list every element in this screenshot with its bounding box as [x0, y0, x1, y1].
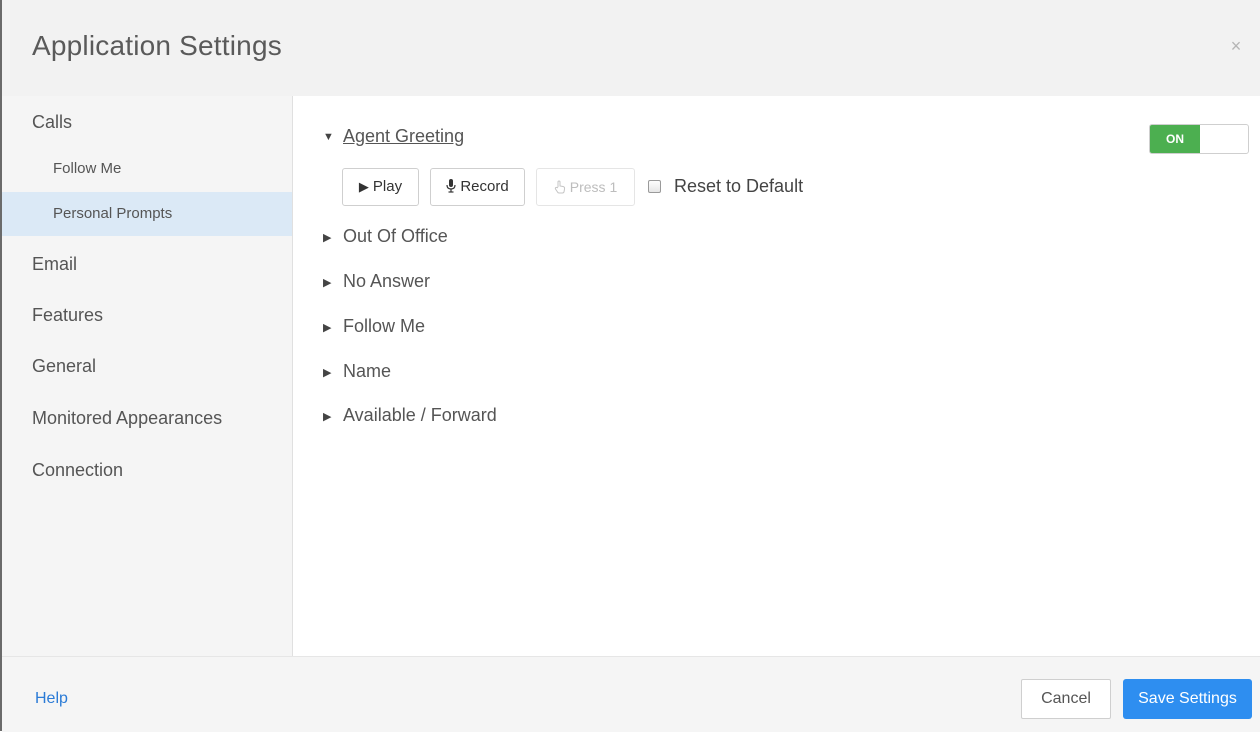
dialog-title: Application Settings — [32, 30, 282, 61]
press-1-label: Press 1 — [569, 179, 618, 195]
sidebar-item-calls[interactable]: Calls — [2, 112, 292, 142]
section-agent-greeting-header[interactable]: ▼ Agent Greeting — [323, 126, 464, 147]
caret-down-icon: ▼ — [323, 131, 334, 144]
settings-sidebar: Calls Follow Me Personal Prompts Email F… — [2, 96, 293, 656]
sidebar-item-connection[interactable]: Connection — [2, 460, 292, 490]
caret-right-icon: ▶ — [323, 410, 332, 423]
microphone-icon — [446, 169, 456, 205]
dialog-header: Application Settings × — [2, 0, 1260, 97]
section-label: Follow Me — [343, 316, 426, 336]
settings-content: ▼ Agent Greeting ON ▶ Play Record Press … — [293, 96, 1260, 656]
cancel-button[interactable]: Cancel — [1021, 679, 1111, 719]
sidebar-item-follow-me[interactable]: Follow Me — [2, 160, 292, 190]
section-available-forward[interactable]: ▶ Available / Forward — [323, 405, 497, 426]
application-settings-dialog: Application Settings × Calls Follow Me P… — [0, 0, 1260, 732]
play-button[interactable]: ▶ Play — [342, 168, 419, 206]
sidebar-item-features[interactable]: Features — [2, 305, 292, 335]
agent-greeting-toggle[interactable]: ON — [1149, 124, 1249, 154]
sidebar-item-personal-prompts[interactable]: Personal Prompts — [2, 192, 292, 236]
section-label: No Answer — [343, 271, 431, 291]
close-icon[interactable]: × — [1226, 36, 1246, 56]
section-follow-me[interactable]: ▶ Follow Me — [323, 316, 425, 337]
help-link[interactable]: Help — [35, 690, 68, 708]
caret-right-icon: ▶ — [323, 276, 332, 289]
caret-right-icon: ▶ — [323, 366, 332, 379]
reset-to-default-label: Reset to Default — [674, 176, 804, 196]
play-icon: ▶ — [358, 179, 369, 194]
section-out-of-office[interactable]: ▶ Out Of Office — [323, 226, 448, 247]
section-label: Out Of Office — [343, 226, 448, 246]
sidebar-item-monitored-appearances[interactable]: Monitored Appearances — [2, 408, 292, 438]
section-label: Agent Greeting — [343, 126, 465, 146]
sidebar-item-general[interactable]: General — [2, 356, 292, 386]
record-label: Record — [460, 178, 509, 195]
section-no-answer[interactable]: ▶ No Answer — [323, 271, 430, 292]
caret-right-icon: ▶ — [323, 231, 332, 244]
record-button[interactable]: Record — [430, 168, 525, 206]
hand-pointer-icon — [554, 170, 566, 206]
toggle-on-label: ON — [1150, 125, 1200, 153]
section-label: Available / Forward — [343, 405, 497, 425]
dialog-footer: Help Cancel Save Settings — [2, 656, 1260, 732]
section-name[interactable]: ▶ Name — [323, 361, 391, 382]
press-1-button: Press 1 — [536, 168, 635, 206]
section-label: Name — [343, 361, 392, 381]
play-label: Play — [372, 178, 403, 195]
save-settings-button[interactable]: Save Settings — [1123, 679, 1252, 719]
caret-right-icon: ▶ — [323, 321, 332, 334]
sidebar-item-email[interactable]: Email — [2, 254, 292, 284]
reset-to-default-checkbox[interactable] — [648, 180, 661, 193]
